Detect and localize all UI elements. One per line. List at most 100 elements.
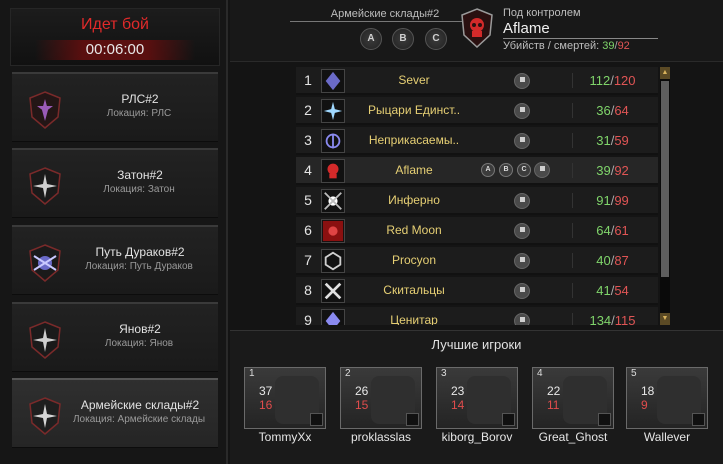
- clan-emblem-icon: [321, 189, 345, 213]
- table-row[interactable]: 4 Aflame A B C 39/92: [296, 157, 658, 185]
- clan-emblem-icon: [321, 309, 345, 325]
- player-avatar: 5 18 9: [626, 367, 708, 429]
- controller-clan-emblem-icon: [461, 8, 493, 48]
- player-rank: 2: [345, 368, 351, 379]
- zone-item-zaton[interactable]: Затон#2 Локация: Затон: [12, 148, 218, 218]
- flag-icon: [514, 253, 530, 269]
- zone-location: Локация: Путь Дураков: [85, 261, 193, 272]
- player-card[interactable]: 2 26 15 proklasslas: [340, 367, 422, 447]
- flag-icon: [534, 162, 550, 178]
- table-row[interactable]: 1 Sever 112/120: [296, 67, 658, 95]
- scrollbar-thumb[interactable]: [661, 81, 669, 277]
- player-card[interactable]: 1 37 16 TommyXx: [244, 367, 326, 447]
- control-label: Под контролем: [503, 7, 581, 19]
- player-name: Wallever: [643, 430, 691, 444]
- flag-icon: [514, 73, 530, 89]
- zone-location: Локация: РЛС: [106, 108, 172, 119]
- shield-emblem-icon: [29, 167, 61, 205]
- table-row[interactable]: 7 Procyon 40/87: [296, 247, 658, 275]
- rank: 3: [304, 132, 312, 148]
- rank: 6: [304, 222, 312, 238]
- kd-score: 134/115: [572, 313, 652, 325]
- table-row[interactable]: 5 Инферно 91/99: [296, 187, 658, 215]
- kd-score: 39/92: [572, 163, 652, 178]
- clan-emblem-icon: [321, 279, 345, 303]
- clan-emblem-icon: [321, 129, 345, 153]
- table-row[interactable]: 2 Рыцари Единст.. 36/64: [296, 97, 658, 125]
- player-card[interactable]: 4 22 11 Great_Ghost: [532, 367, 614, 447]
- table-row[interactable]: 8 Скитальцы 41/54: [296, 277, 658, 305]
- controller-kd: Убийств / смертей: 39/92: [503, 40, 630, 52]
- player-avatar: 4 22 11: [532, 367, 614, 429]
- player-name: Great_Ghost: [538, 430, 608, 444]
- zone-item-yanov[interactable]: Янов#2 Локация: Янов: [12, 302, 218, 372]
- player-rank: 1: [249, 368, 255, 379]
- zone-location: Локация: Армейские склады: [72, 414, 206, 425]
- point-c-badge: C: [425, 28, 447, 50]
- player-card[interactable]: 3 23 14 kiborg_Borov: [436, 367, 518, 447]
- clan-emblem-icon: [692, 413, 705, 426]
- zone-name: РЛС#2: [121, 92, 159, 106]
- rank: 8: [304, 282, 312, 298]
- flag-icon: [514, 313, 530, 325]
- player-deaths: 11: [547, 398, 560, 412]
- player-deaths: 9: [641, 398, 648, 412]
- rank: 4: [304, 162, 312, 178]
- table-row[interactable]: 9 Ценитар 134/115: [296, 307, 658, 325]
- player-deaths: 14: [451, 398, 465, 412]
- zones-panel: Идет бой 00:06:00 РЛС#2 Локация: РЛС Зат…: [0, 0, 228, 464]
- zone-item-armeyskie-sklady[interactable]: Армейские склады#2 Локация: Армейские ск…: [12, 378, 218, 448]
- player-avatar: 2 26 15: [340, 367, 422, 429]
- standings-scrollbar[interactable]: ▲ ▼: [660, 67, 670, 325]
- player-deaths: 15: [355, 398, 369, 412]
- point-b-badge: B: [392, 28, 414, 50]
- scroll-up-icon[interactable]: ▲: [660, 67, 670, 79]
- zone-name: Янов#2: [119, 322, 161, 336]
- best-players-title: Лучшие игроки: [431, 337, 522, 352]
- flag-icon: [514, 283, 530, 299]
- clan-name: Скитальцы: [383, 283, 445, 297]
- flag-icon: [514, 223, 530, 239]
- table-row[interactable]: 6 Red Moon 64/61: [296, 217, 658, 245]
- kd-kills: 39: [602, 40, 615, 52]
- player-rank: 4: [537, 368, 543, 379]
- point-a-badge: A: [360, 28, 382, 50]
- clan-name: Aflame: [395, 163, 433, 177]
- clan-name: Неприкасаемы..: [368, 133, 460, 147]
- clan-emblem-icon: [598, 413, 611, 426]
- clan-emblem-icon: [310, 413, 323, 426]
- player-rank: 3: [441, 368, 447, 379]
- player-kills: 37: [259, 384, 273, 398]
- player-deaths: 16: [259, 398, 273, 412]
- clan-emblem-icon: [321, 99, 345, 123]
- zone-item-put-durakov[interactable]: Путь Дураков#2 Локация: Путь Дураков: [12, 225, 218, 295]
- scroll-down-icon[interactable]: ▼: [660, 313, 670, 325]
- player-rank: 5: [631, 368, 637, 379]
- clan-standings-table[interactable]: 1 Sever 112/120 2 Рыцари Единст.. 36/64 …: [296, 67, 658, 325]
- flag-icon: [514, 103, 530, 119]
- clan-emblem-icon: [321, 249, 345, 273]
- shield-emblem-icon: [29, 91, 61, 129]
- player-card[interactable]: 5 18 9 Wallever: [626, 367, 708, 447]
- flag-icon: [514, 133, 530, 149]
- clan-name: Red Moon: [386, 223, 442, 237]
- zone-item-rls[interactable]: РЛС#2 Локация: РЛС: [12, 72, 218, 142]
- clan-emblem-icon: [321, 219, 345, 243]
- table-row[interactable]: 3 Неприкасаемы.. 31/59: [296, 127, 658, 155]
- shield-emblem-icon: [29, 321, 61, 359]
- best-players-panel: Лучшие игроки 1 37 16 TommyXx 2 26 15 pr…: [230, 330, 723, 464]
- shield-emblem-icon: [29, 244, 61, 282]
- rank: 1: [304, 72, 312, 88]
- zone-name: Армейские склады#2: [80, 398, 200, 412]
- kd-score: 64/61: [572, 223, 652, 238]
- current-zone-name: Армейские склады#2: [290, 8, 480, 22]
- kd-deaths: 92: [617, 40, 630, 52]
- clan-emblem-icon: [406, 413, 419, 426]
- zone-name: Затон#2: [117, 168, 163, 182]
- rank: 5: [304, 192, 312, 208]
- player-avatar: 1 37 16: [244, 367, 326, 429]
- clan-emblem-icon: [502, 413, 515, 426]
- clan-name: Рыцари Единст..: [367, 103, 461, 117]
- zone-location: Локация: Янов: [104, 338, 174, 349]
- point-c-badge: C: [517, 163, 531, 177]
